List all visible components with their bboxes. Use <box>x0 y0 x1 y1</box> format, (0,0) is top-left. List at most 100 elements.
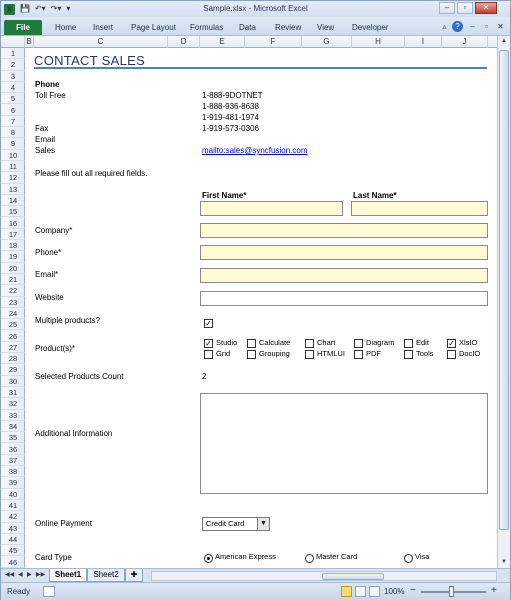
row-header[interactable]: 43 <box>1 523 25 534</box>
product-checkbox-xlsio[interactable]: ✓ <box>447 339 456 348</box>
doc-close-icon[interactable]: ✕ <box>495 21 506 32</box>
row-header[interactable]: 8 <box>1 127 25 139</box>
doc-minimize-icon[interactable]: – <box>467 21 478 32</box>
row-header[interactable]: 40 <box>1 489 25 500</box>
row-header[interactable]: 5 <box>1 93 25 105</box>
tab-home[interactable]: Home <box>55 23 76 32</box>
row-header[interactable]: 36 <box>1 444 25 455</box>
product-checkbox-pdf[interactable] <box>354 350 363 359</box>
column-header[interactable]: I <box>405 36 442 48</box>
company-field[interactable] <box>200 223 488 238</box>
tab-formulas[interactable]: Formulas <box>190 23 223 32</box>
vertical-scrollbar[interactable]: ▲ ▼ <box>497 36 510 568</box>
column-header[interactable]: E <box>200 36 245 48</box>
row-header[interactable]: 27 <box>1 342 25 354</box>
row-header[interactable]: 39 <box>1 477 25 489</box>
card-type-radio-visa[interactable] <box>404 554 413 563</box>
multiple-products-checkbox[interactable]: ✓ <box>204 319 213 328</box>
product-checkbox-studio[interactable]: ✓ <box>204 339 213 348</box>
maximize-button[interactable]: ▫ <box>457 2 473 14</box>
sheet-tab-sheet1[interactable]: Sheet1 <box>49 569 87 582</box>
row-header[interactable]: 37 <box>1 455 25 467</box>
zoom-in-icon[interactable]: + <box>491 585 497 596</box>
zoom-level[interactable]: 100% <box>384 587 404 596</box>
zoom-slider-handle[interactable] <box>449 586 454 597</box>
horizontal-scroll-thumb[interactable] <box>322 573 384 580</box>
product-checkbox-grouping[interactable] <box>247 350 256 359</box>
select-all-corner[interactable] <box>1 36 25 48</box>
product-checkbox-htmlui[interactable] <box>305 350 314 359</box>
row-header[interactable]: 44 <box>1 534 25 546</box>
help-icon[interactable]: ? <box>452 21 463 32</box>
product-checkbox-grid[interactable] <box>204 350 213 359</box>
row-header[interactable]: 20 <box>1 263 25 274</box>
row-header[interactable]: 1 <box>1 48 25 60</box>
product-checkbox-chart[interactable] <box>305 339 314 348</box>
product-checkbox-docio[interactable] <box>447 350 456 359</box>
tab-view[interactable]: View <box>317 23 334 32</box>
column-header[interactable]: J <box>442 36 488 48</box>
row-header[interactable]: 17 <box>1 229 25 241</box>
minimize-button[interactable]: – <box>439 2 455 14</box>
tab-page-layout[interactable]: Page Layout <box>131 23 176 32</box>
card-type-radio-american-express[interactable] <box>204 554 213 563</box>
sheet-tab-sheet2[interactable]: Sheet2 <box>87 569 125 582</box>
product-checkbox-diagram[interactable] <box>354 339 363 348</box>
row-header[interactable]: 18 <box>1 240 25 252</box>
row-header[interactable]: 13 <box>1 184 25 195</box>
last-name-field[interactable] <box>351 201 488 216</box>
horizontal-scrollbar[interactable] <box>151 571 497 581</box>
scroll-up-icon[interactable]: ▲ <box>498 36 510 47</box>
row-header[interactable]: 15 <box>1 206 25 218</box>
row-header[interactable]: 26 <box>1 331 25 342</box>
row-header[interactable]: 4 <box>1 82 25 94</box>
row-header[interactable]: 19 <box>1 251 25 263</box>
row-header[interactable]: 21 <box>1 274 25 286</box>
column-header[interactable]: C <box>34 36 168 48</box>
macro-record-icon[interactable] <box>43 586 55 597</box>
zoom-out-icon[interactable]: − <box>410 585 416 596</box>
column-header[interactable]: B <box>25 36 34 48</box>
tab-data[interactable]: Data <box>239 23 256 32</box>
tab-file[interactable]: File <box>4 20 42 35</box>
first-name-field[interactable] <box>200 201 343 216</box>
page-layout-view-icon[interactable] <box>355 586 366 597</box>
row-header[interactable]: 9 <box>1 138 25 150</box>
row-header[interactable]: 34 <box>1 421 25 433</box>
online-payment-select[interactable]: Credit Card ▼ <box>202 517 270 531</box>
row-header[interactable]: 10 <box>1 150 25 161</box>
normal-view-icon[interactable] <box>341 586 352 597</box>
tab-developer[interactable]: Developer <box>352 23 388 32</box>
row-header[interactable]: 7 <box>1 116 25 128</box>
tab-review[interactable]: Review <box>275 23 301 32</box>
row-header[interactable]: 24 <box>1 308 25 320</box>
product-checkbox-edit[interactable] <box>404 339 413 348</box>
row-header[interactable]: 35 <box>1 432 25 444</box>
page-break-view-icon[interactable] <box>369 586 380 597</box>
column-header[interactable]: H <box>352 36 405 48</box>
row-header[interactable]: 22 <box>1 285 25 297</box>
row-header[interactable]: 29 <box>1 364 25 376</box>
close-button[interactable]: ✕ <box>475 2 497 14</box>
scroll-down-icon[interactable]: ▼ <box>498 557 510 568</box>
row-header[interactable]: 14 <box>1 195 25 207</box>
email-field[interactable] <box>200 268 488 283</box>
row-header[interactable]: 30 <box>1 376 25 387</box>
ribbon-collapse-icon[interactable]: ▵ <box>439 21 450 32</box>
insert-sheet-icon[interactable]: ✚ <box>125 569 143 582</box>
row-header[interactable]: 16 <box>1 218 25 229</box>
row-header[interactable]: 38 <box>1 466 25 478</box>
phone-field[interactable] <box>200 245 488 260</box>
column-header[interactable]: F <box>245 36 302 48</box>
additional-info-textarea[interactable] <box>200 393 488 494</box>
row-header[interactable]: 28 <box>1 353 25 365</box>
sales-email-link[interactable]: mailto:sales@syncfusion.com <box>202 145 308 156</box>
row-header[interactable]: 31 <box>1 387 25 399</box>
vertical-scroll-thumb[interactable] <box>499 50 509 530</box>
product-checkbox-tools[interactable] <box>404 350 413 359</box>
row-header[interactable]: 23 <box>1 297 25 308</box>
row-header[interactable]: 12 <box>1 172 25 184</box>
row-header[interactable]: 25 <box>1 319 25 331</box>
row-header[interactable]: 33 <box>1 410 25 421</box>
sheet-nav-next-icon[interactable]: ▶ <box>27 571 32 578</box>
